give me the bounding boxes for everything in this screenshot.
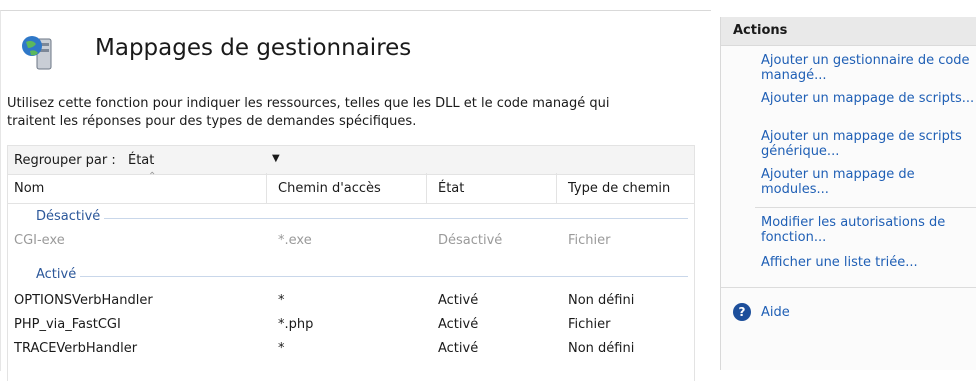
action-add-script-map[interactable]: Ajouter un mappage de scripts...: [761, 91, 976, 106]
table-row[interactable]: PHP_via_FastCGI *.php Activé Fichier: [8, 313, 694, 337]
table-header: Nom ⌃ Chemin d'accès État Type de chemin: [8, 171, 694, 204]
description-line-1: Utilisez cette fonction pour indiquer le…: [7, 96, 610, 111]
page-title: Mappages de gestionnaires: [95, 35, 412, 61]
cell-name: TRACEVerbHandler: [14, 341, 138, 356]
actions-divider: [755, 207, 976, 208]
table-row[interactable]: CGI-exe *.exe Désactivé Fichier: [8, 229, 694, 253]
group-by-toolbar: Regrouper par : État ▼: [7, 145, 695, 175]
column-header-path[interactable]: Chemin d'accès: [278, 181, 381, 196]
group-divider: [36, 218, 688, 219]
action-add-module-mapping[interactable]: Ajouter un mappage de modules...: [761, 167, 976, 197]
handler-mappings-icon: [21, 35, 63, 71]
dropdown-arrow-icon[interactable]: ▼: [272, 153, 280, 164]
cell-state: Activé: [438, 317, 479, 332]
column-header-name[interactable]: Nom: [14, 181, 44, 196]
group-by-select[interactable]: État: [128, 153, 154, 168]
sort-up-icon: ⌃: [148, 171, 157, 182]
cell-state: Activé: [438, 293, 479, 308]
actions-title: Actions: [733, 23, 788, 38]
column-header-state[interactable]: État: [438, 181, 464, 196]
table-row[interactable]: OPTIONSVerbHandler * Activé Non défini: [8, 289, 694, 313]
description-line-2: traitent les réponses pour des types de …: [7, 114, 417, 129]
action-edit-feature-permissions[interactable]: Modifier les autorisations de fonction..…: [761, 215, 976, 245]
group-by-label: Regrouper par :: [14, 153, 116, 168]
page-description: Utilisez cette fonction pour indiquer le…: [7, 95, 697, 131]
actions-header: Actions: [721, 17, 976, 46]
cell-name: OPTIONSVerbHandler: [14, 293, 153, 308]
column-separator[interactable]: [426, 173, 427, 203]
cell-path: *: [278, 341, 285, 356]
action-help[interactable]: Aide: [761, 305, 976, 320]
group-divider: [36, 276, 688, 277]
column-separator[interactable]: [266, 173, 267, 203]
cell-path-type: Non défini: [568, 341, 635, 356]
cell-path-type: Fichier: [568, 317, 611, 332]
cell-path: *.exe: [278, 233, 312, 248]
cell-path: *: [278, 293, 285, 308]
actions-divider: [721, 287, 976, 288]
actions-pane: Actions Ajouter un gestionnaire de code …: [720, 17, 976, 370]
group-header-disabled[interactable]: Désactivé: [8, 207, 694, 227]
help-icon[interactable]: ?: [733, 303, 751, 321]
cell-name: CGI-exe: [14, 233, 65, 248]
group-label: Activé: [36, 267, 81, 282]
cell-path-type: Non défini: [568, 293, 635, 308]
group-header-enabled[interactable]: Activé: [8, 265, 694, 285]
cell-name: PHP_via_FastCGI: [14, 317, 121, 332]
table-row[interactable]: TRACEVerbHandler * Activé Non défini: [8, 337, 694, 361]
handler-mappings-table: Nom ⌃ Chemin d'accès État Type de chemin…: [7, 171, 695, 381]
main-panel: Mappages de gestionnaires Utilisez cette…: [0, 10, 711, 381]
column-separator[interactable]: [556, 173, 557, 203]
action-add-managed-handler[interactable]: Ajouter un gestionnaire de code managé..…: [761, 53, 976, 83]
action-add-wildcard-script-map[interactable]: Ajouter un mappage de scripts générique.…: [761, 129, 976, 159]
cell-path-type: Fichier: [568, 233, 611, 248]
action-view-ordered-list[interactable]: Afficher une liste triée...: [761, 255, 976, 270]
cell-path: *.php: [278, 317, 314, 332]
group-label: Désactivé: [36, 209, 105, 224]
cell-state: Désactivé: [438, 233, 503, 248]
cell-state: Activé: [438, 341, 479, 356]
column-header-path-type[interactable]: Type de chemin: [568, 181, 670, 196]
